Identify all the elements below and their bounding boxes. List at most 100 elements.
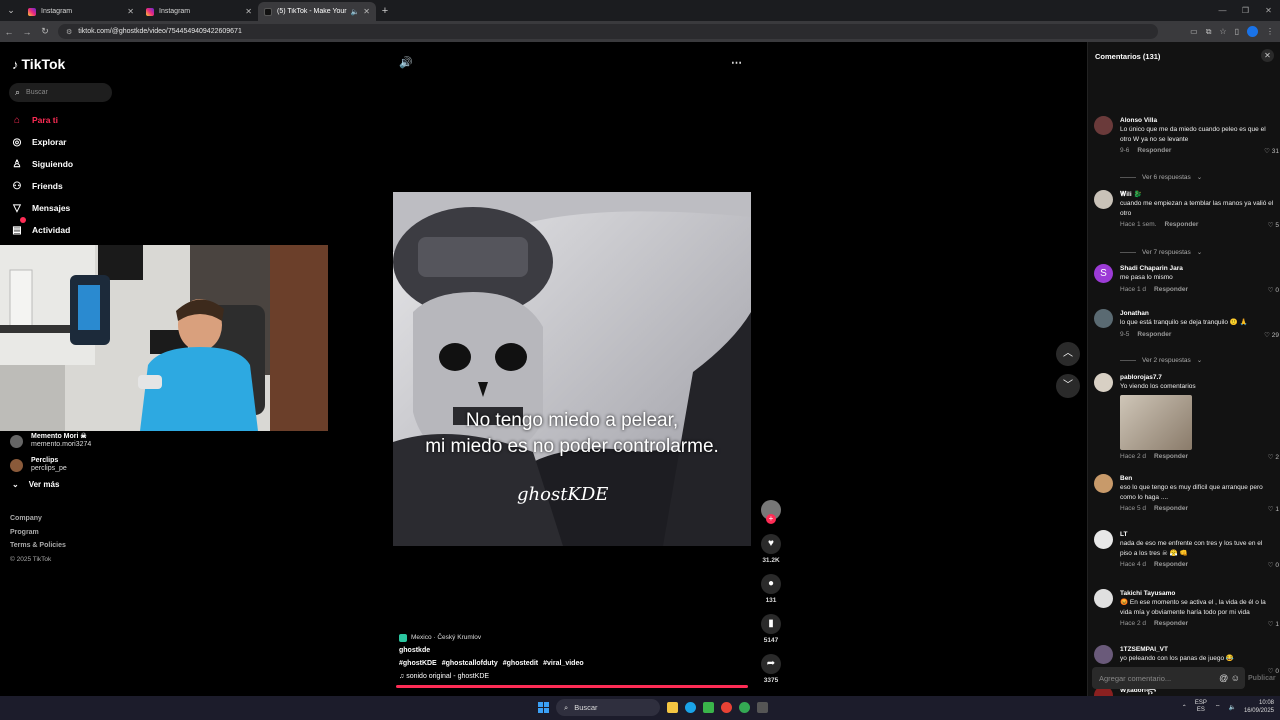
volume-icon[interactable]: 🔊 <box>399 56 413 69</box>
comment-like[interactable]: ♡ 0 <box>1268 667 1279 675</box>
reply-button[interactable]: Responder <box>1154 505 1188 512</box>
footer-link-terms[interactable]: Terms & Policies <box>10 539 66 553</box>
sidebar-item-actividad[interactable]: ▤ Actividad <box>10 217 73 241</box>
close-icon[interactable]: ✕ <box>1261 49 1274 62</box>
close-tab-icon[interactable]: ✕ <box>127 7 134 16</box>
file-explorer-icon[interactable] <box>667 702 678 713</box>
follow-plus-icon[interactable]: + <box>766 514 776 524</box>
video-progress-bar[interactable] <box>396 685 748 688</box>
comment-like[interactable]: ♡ 1 <box>1268 505 1279 513</box>
hashtag[interactable]: #ghostKDE <box>399 660 437 667</box>
translate-icon[interactable]: ⧉ <box>1206 27 1212 37</box>
comment-username[interactable]: Takichi Tayusamo <box>1120 589 1276 598</box>
following-item[interactable]: Perclips perclips_pe <box>10 453 91 477</box>
tray-chevron-icon[interactable]: ⌃ <box>1182 704 1187 711</box>
tiktok-logo[interactable]: ♪ TikTok <box>12 56 65 72</box>
bookmark-icon[interactable]: ▮ <box>761 614 781 634</box>
sound-row[interactable]: ♫ sonido original - ghostKDE <box>399 670 589 683</box>
forward-icon[interactable]: → <box>18 27 36 37</box>
speaker-icon[interactable]: 🔈 <box>351 8 360 16</box>
clock[interactable]: 10:08 16/09/2025 <box>1244 699 1274 715</box>
sidebar-item-mensajes[interactable]: ▽ Mensajes <box>10 197 73 219</box>
store-icon[interactable] <box>703 702 714 713</box>
volume-tray-icon[interactable]: 🔈 <box>1228 704 1235 711</box>
reply-button[interactable]: Responder <box>1165 221 1199 228</box>
comment-like[interactable]: ♡ 1 <box>1268 620 1279 628</box>
comment-username[interactable]: 𝐖ili 🐉 <box>1120 190 1276 199</box>
hashtag[interactable]: #viral_video <box>543 660 583 667</box>
video-player[interactable]: No tengo miedo a pelear, mi miedo es no … <box>393 192 751 546</box>
sidebar-item-siguiendo[interactable]: ♙ Siguiendo <box>10 153 74 175</box>
edge-icon[interactable] <box>685 702 696 713</box>
comment-like[interactable]: ♡ 0 <box>1268 561 1279 569</box>
new-tab-button[interactable]: + <box>376 5 394 17</box>
comment-action[interactable]: ● 131 <box>760 574 782 604</box>
comment-username[interactable]: Alonso Villa <box>1120 116 1276 125</box>
location-tag[interactable]: Mexico · Český Krumlov <box>399 631 589 644</box>
sidebar-item-para-ti[interactable]: ⌂ Para ti <box>10 109 73 131</box>
back-icon[interactable]: ← <box>0 27 18 37</box>
minimize-icon[interactable]: — <box>1211 0 1234 21</box>
close-tab-icon[interactable]: ✕ <box>363 7 370 16</box>
url-field[interactable]: ⚙ tiktok.com/@ghostkde/video/75445494094… <box>58 24 1158 39</box>
heart-icon[interactable]: ♥ <box>761 534 781 554</box>
avatar[interactable] <box>1094 589 1113 608</box>
avatar[interactable] <box>1094 309 1113 328</box>
reply-button[interactable]: Responder <box>1154 286 1188 293</box>
view-replies-button[interactable]: Ver 6 respuestas ⌄ <box>1120 173 1202 181</box>
comment-icon[interactable]: ● <box>761 574 781 594</box>
view-replies-button[interactable]: Ver 7 respuestas ⌄ <box>1120 248 1202 256</box>
reply-button[interactable]: Responder <box>1154 620 1188 627</box>
reply-button[interactable]: Responder <box>1137 147 1171 154</box>
hashtag[interactable]: #ghostedit <box>503 660 538 667</box>
share-icon[interactable]: ➦ <box>761 654 781 674</box>
browser-tab-2[interactable]: Instagram ✕ <box>140 2 258 21</box>
maximize-icon[interactable]: ❐ <box>1234 0 1257 21</box>
hashtag[interactable]: #ghostcallofduty <box>442 660 498 667</box>
comment-like[interactable]: ♡ 31 <box>1264 147 1279 155</box>
sidebar-item-friends[interactable]: ⚇ Friends <box>10 175 73 197</box>
comment-username[interactable]: 1TZSEMPAI_VT <box>1120 645 1276 654</box>
profile-avatar[interactable] <box>1247 26 1258 37</box>
language-indicator[interactable]: ESP ES <box>1195 700 1207 714</box>
chrome-icon[interactable] <box>721 702 732 713</box>
view-replies-button[interactable]: Ver 2 respuestas ⌄ <box>1120 356 1202 364</box>
window-close-icon[interactable]: ✕ <box>1257 0 1280 21</box>
footer-link-program[interactable]: Program <box>10 526 66 540</box>
comment-image[interactable] <box>1120 394 1192 450</box>
extensions-icon[interactable]: ▯ <box>1235 27 1239 36</box>
save-action[interactable]: ▮ 5147 <box>760 614 782 644</box>
browser-tab-1[interactable]: Instagram ✕ <box>22 2 140 21</box>
more-options-icon[interactable]: ⋯ <box>731 56 742 69</box>
avatar[interactable] <box>1094 474 1113 493</box>
browser-menu-icon[interactable]: ⋮ <box>1266 27 1274 36</box>
close-tab-icon[interactable]: ✕ <box>245 7 252 16</box>
avatar[interactable] <box>1094 530 1113 549</box>
following-item[interactable]: Memento Mori ☠ memento.mori3274 <box>10 429 91 453</box>
mention-emoji-icons[interactable]: @ ☺ <box>1219 673 1240 683</box>
next-video-button[interactable]: ﹀ <box>1056 374 1080 398</box>
whatsapp-icon[interactable] <box>739 702 750 713</box>
comment-like[interactable]: ♡ 29 <box>1264 331 1279 339</box>
site-info-icon[interactable]: ⚙ <box>66 28 72 36</box>
sidebar-item-explorar[interactable]: ◎ Explorar <box>10 131 73 153</box>
tab-search-icon[interactable]: ⌄ <box>0 0 22 21</box>
reply-button[interactable]: Responder <box>1137 331 1171 338</box>
reply-button[interactable]: Responder <box>1154 561 1188 568</box>
video-author[interactable]: ghostkde <box>399 644 589 657</box>
app-icon[interactable] <box>757 702 768 713</box>
previous-video-button[interactable]: ︿ <box>1056 342 1080 366</box>
publish-button[interactable]: Publicar <box>1248 675 1276 682</box>
browser-tab-3[interactable]: (5) TikTok - Make Your Day 🔈 ✕ <box>258 2 376 21</box>
search-input[interactable]: ⌕ Buscar <box>9 83 112 102</box>
comment-username[interactable]: Jonathan <box>1120 309 1276 318</box>
like-action[interactable]: ♥ 31.2K <box>760 534 782 564</box>
author-avatar[interactable]: + <box>761 500 781 524</box>
cast-icon[interactable]: ▭ <box>1190 27 1198 36</box>
comment-like[interactable]: ♡ 2 <box>1268 453 1279 461</box>
comment-username[interactable]: LT <box>1120 530 1276 539</box>
share-action[interactable]: ➦ 3375 <box>760 654 782 684</box>
windows-start-icon[interactable] <box>538 702 549 713</box>
comment-like[interactable]: ♡ 0 <box>1268 286 1279 294</box>
avatar[interactable] <box>1094 645 1113 664</box>
